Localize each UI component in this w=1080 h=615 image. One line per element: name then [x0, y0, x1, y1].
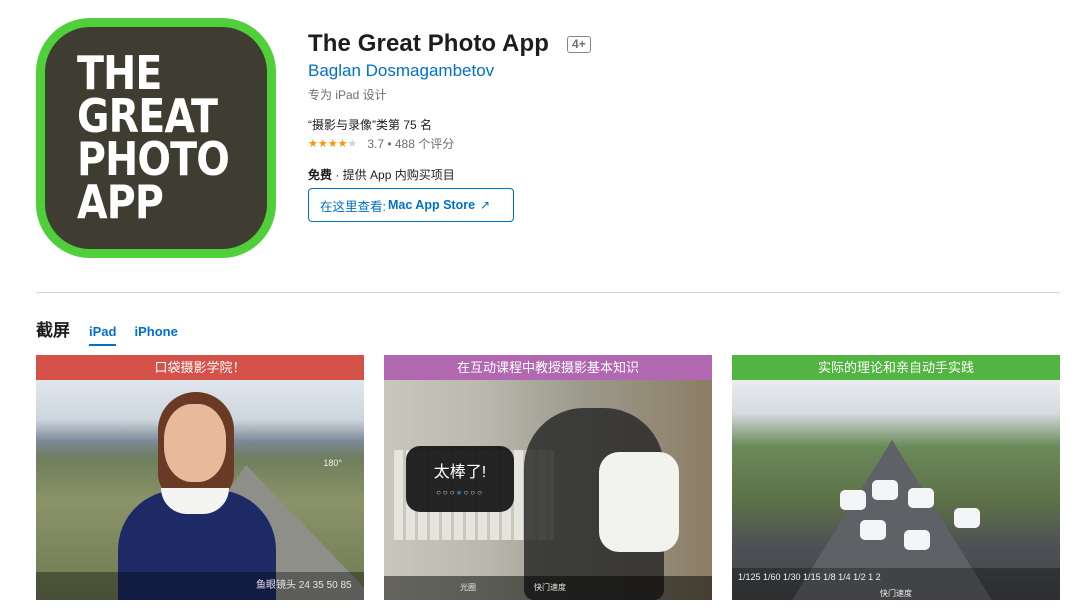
person-face [164, 404, 226, 482]
car-shape [840, 490, 866, 510]
mac-button-prefix: 在这里查看: [320, 199, 386, 214]
screenshot-image: 1/125 1/60 1/30 1/15 1/8 1/4 1/2 1 2 快门速… [732, 380, 1060, 600]
car-shape [908, 488, 934, 508]
star-rating-icon: ★★★★★ [308, 138, 358, 150]
angle-dial-readout: 180° [323, 458, 342, 468]
screenshot-1[interactable]: 口袋摄影学院！ 180° 鱼眼镜头 24 35 50 85 [36, 355, 364, 600]
screenshot-2[interactable]: 在互动课程中教授摄影基本知识 太棒了! ○○○●○○○ 光圈 快门速度 [384, 355, 712, 600]
developer-link[interactable]: Baglan Dosmagambetov [308, 61, 494, 81]
tab-iphone[interactable]: iPhone [134, 324, 177, 344]
app-icon-wordmark: THE GREAT PHOTO APP [77, 50, 254, 229]
external-link-icon: ↗ [480, 198, 491, 212]
shutter-speed-label: 快门速度 [880, 589, 912, 598]
lens-scale-bar: 鱼眼镜头 24 35 50 85 [36, 572, 364, 600]
app-title: The Great Photo App [308, 30, 550, 57]
toast-text: 太棒了! [433, 464, 487, 481]
category-rank: “摄影与录像”类第 75 名 [308, 118, 433, 132]
car-shape [872, 480, 898, 500]
screenshot-caption: 口袋摄影学院！ [36, 355, 364, 380]
app-icon: THE GREAT PHOTO APP [36, 18, 276, 258]
screenshot-caption: 在互动课程中教授摄影基本知识 [384, 355, 712, 380]
aperture-label: 光圈 [460, 583, 476, 592]
price-label: 免费 [308, 168, 333, 182]
page-dots-icon: ○○○●○○○ [436, 488, 484, 497]
success-toast: 太棒了! ○○○●○○○ [406, 446, 514, 512]
car-shape [954, 508, 980, 528]
car-shape [904, 530, 930, 550]
section-divider [36, 292, 1060, 293]
price-row: 免费 · 提供 App 内购买项目 [308, 166, 455, 183]
screenshot-image: 180° 鱼眼镜头 24 35 50 85 [36, 380, 364, 600]
shutter-speed-label: 快门速度 [534, 583, 566, 592]
settings-bar: 光圈 快门速度 [384, 576, 712, 600]
car-shape [860, 520, 886, 540]
screenshots-header: 截屏 iPad iPhone [36, 316, 178, 346]
app-info: The Great Photo App 4+ Baglan Dosmagambe… [308, 30, 591, 222]
shutter-ticks: 1/125 1/60 1/30 1/15 1/8 1/4 1/2 1 2 [738, 572, 881, 582]
screenshot-3[interactable]: 实际的理论和亲自动手实践 1/125 1/60 1/30 1/15 1/8 1/… [732, 355, 1060, 600]
screenshot-caption: 实际的理论和亲自动手实践 [732, 355, 1060, 380]
app-icon-word: APP [77, 175, 164, 229]
person-shirt [599, 452, 679, 552]
designed-for-text: 专为 iPad 设计 [308, 88, 387, 102]
shutter-scale-bar: 1/125 1/60 1/30 1/15 1/8 1/4 1/2 1 2 快门速… [732, 568, 1060, 600]
mac-button-store: Mac App Store [387, 198, 476, 212]
screenshot-image: 太棒了! ○○○●○○○ 光圈 快门速度 [384, 380, 712, 600]
screenshots-title: 截屏 [36, 321, 70, 340]
view-in-mac-app-store-button[interactable]: 在这里查看: Mac App Store ↗ [308, 188, 514, 222]
age-rating-badge: 4+ [567, 35, 591, 53]
tab-ipad[interactable]: iPad [89, 324, 117, 346]
rating-row: ★★★★★ 3.7 • 488 个评分 [308, 135, 454, 152]
title-row: The Great Photo App 4+ [308, 30, 591, 58]
rating-summary: 3.7 • 488 个评分 [367, 137, 455, 151]
in-app-purchase-note: · 提供 App 内购买项目 [332, 168, 455, 182]
